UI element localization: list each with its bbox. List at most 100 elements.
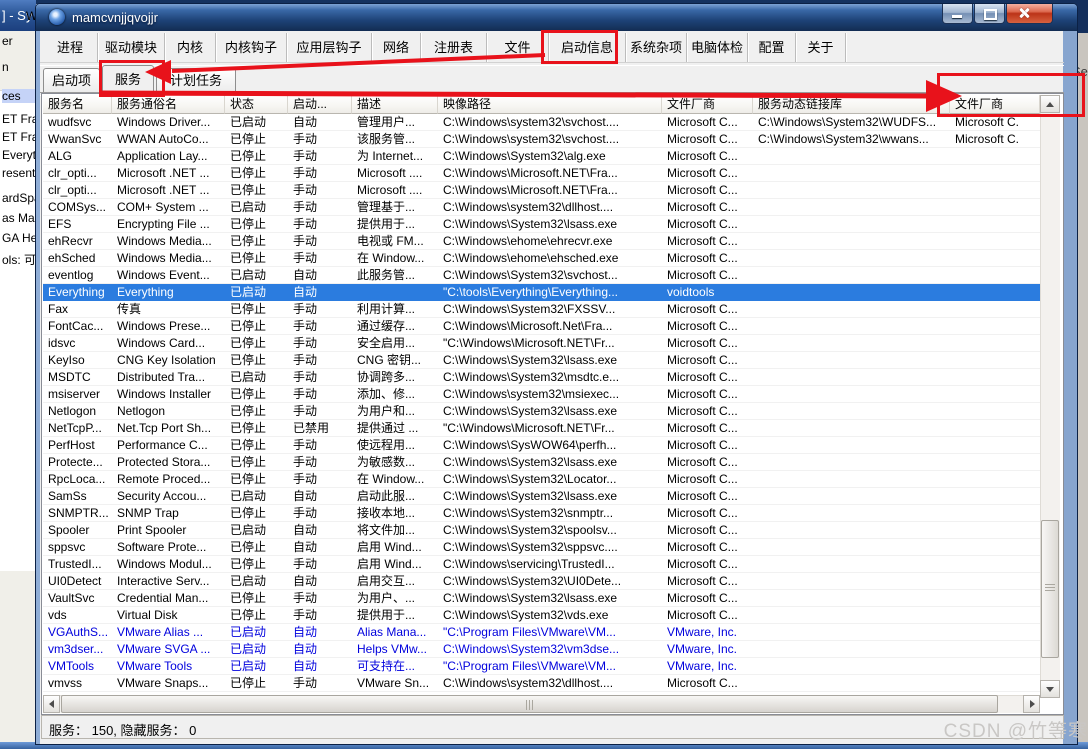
table-cell (950, 165, 1040, 182)
table-cell: 已停止 (225, 420, 288, 437)
scroll-right-button[interactable] (1023, 695, 1040, 713)
table-row[interactable]: SpoolerPrint Spooler已启动自动将文件加...C:\Windo… (43, 522, 1040, 539)
table-row[interactable]: SamSsSecurity Accou...已启动自动启动此服...C:\Win… (43, 488, 1040, 505)
table-cell: 通过缓存... (352, 318, 438, 335)
table-cell (950, 216, 1040, 233)
table-row[interactable]: KeyIsoCNG Key Isolation已停止手动CNG 密钥...C:\… (43, 352, 1040, 369)
table-row[interactable]: Fax传真已停止手动利用计算...C:\Windows\System32\FXS… (43, 301, 1040, 318)
tab-配置[interactable]: 配置 (748, 33, 796, 62)
table-row[interactable]: UI0DetectInteractive Serv...已启动自动启用交互...… (43, 573, 1040, 590)
table-row[interactable]: PerfHostPerformance C...已停止手动使远程用...C:\W… (43, 437, 1040, 454)
subtab-服务[interactable]: 服务 (102, 65, 154, 92)
table-cell: Windows Card... (112, 335, 225, 352)
table-cell: COM+ System ... (112, 199, 225, 216)
table-row[interactable]: msiserverWindows Installer已停止手动添加、修...C:… (43, 386, 1040, 403)
table-row[interactable]: NetTcpP...Net.Tcp Port Sh...已停止已禁用提供通过 .… (43, 420, 1040, 437)
scroll-right-icon (1030, 700, 1035, 708)
tab-应用层钩子[interactable]: 应用层钩子 (287, 33, 372, 62)
subtab-启动项[interactable]: 启动项 (43, 68, 100, 92)
column-header[interactable]: 服务名 (43, 95, 112, 114)
tab-启动信息[interactable]: 启动信息 (549, 33, 626, 62)
bg-fragment: GA He (2, 231, 37, 245)
table-row[interactable]: ehRecvrWindows Media...已停止手动电视或 FM...C:\… (43, 233, 1040, 250)
column-header[interactable]: 映像路径 (438, 95, 662, 114)
table-cell: 已停止 (225, 386, 288, 403)
tab-内核[interactable]: 内核 (165, 33, 216, 62)
table-cell: 接收本地... (352, 505, 438, 522)
table-cell: C:\Windows\System32\msdtc.e... (438, 369, 662, 386)
column-header[interactable]: 服务动态链接库 (753, 95, 950, 114)
table-cell: Microsoft C... (662, 590, 753, 607)
table-row[interactable]: WwanSvcWWAN AutoCo...已停止手动该服务管...C:\Wind… (43, 131, 1040, 148)
table-row[interactable]: TrustedI...Windows Modul...已停止手动启用 Wind.… (43, 556, 1040, 573)
table-cell: Microsoft C... (662, 522, 753, 539)
minimize-button[interactable] (942, 4, 973, 24)
tab-网络[interactable]: 网络 (372, 33, 421, 62)
table-cell: 已启动 (225, 488, 288, 505)
tab-驱动模块[interactable]: 驱动模块 (98, 33, 165, 62)
table-cell: 手动 (288, 335, 352, 352)
table-row[interactable]: eventlogWindows Event...已启动自动此服务管...C:\W… (43, 267, 1040, 284)
table-row[interactable]: FontCac...Windows Prese...已停止手动通过缓存...C:… (43, 318, 1040, 335)
table-row[interactable]: idsvcWindows Card...已停止手动安全启用..."C:\Wind… (43, 335, 1040, 352)
close-button[interactable] (1006, 4, 1053, 24)
table-row[interactable]: ehSchedWindows Media...已停止手动在 Window...C… (43, 250, 1040, 267)
tab-注册表[interactable]: 注册表 (421, 33, 487, 62)
column-header[interactable]: 服务通俗名 (112, 95, 225, 114)
table-cell (950, 641, 1040, 658)
table-row[interactable]: RpcLoca...Remote Proced...已停止手动在 Window.… (43, 471, 1040, 488)
vertical-scrollbar-thumb[interactable] (1041, 520, 1059, 658)
table-row[interactable]: Protecte...Protected Stora...已停止手动为敏感数..… (43, 454, 1040, 471)
tab-电脑体检[interactable]: 电脑体检 (687, 33, 748, 62)
column-header[interactable]: 描述 (352, 95, 438, 114)
table-row[interactable]: COMSys...COM+ System ...已启动手动管理基于...C:\W… (43, 199, 1040, 216)
tab-内核钩子[interactable]: 内核钩子 (216, 33, 287, 62)
table-row[interactable]: VGAuthS...VMware Alias ...已启动自动Alias Man… (43, 624, 1040, 641)
tab-系统杂项[interactable]: 系统杂项 (626, 33, 687, 62)
table-cell: Microsoft C... (662, 386, 753, 403)
scroll-down-button[interactable] (1040, 680, 1060, 698)
tab-文件[interactable]: 文件 (487, 33, 549, 62)
table-row[interactable]: MSDTCDistributed Tra...已启动手动协调跨多...C:\Wi… (43, 369, 1040, 386)
table-row[interactable]: wudfsvcWindows Driver...已启动自动管理用户...C:\W… (43, 114, 1040, 131)
maximize-button[interactable] (974, 4, 1005, 24)
tab-关于[interactable]: 关于 (796, 33, 846, 62)
horizontal-scrollbar-thumb[interactable] (61, 695, 998, 713)
table-cell (753, 471, 950, 488)
table-cell: Microsoft C... (662, 318, 753, 335)
table-cell: Windows Media... (112, 233, 225, 250)
table-row[interactable]: VMToolsVMware Tools已启动自动可支持在..."C:\Progr… (43, 658, 1040, 675)
table-row[interactable]: NetlogonNetlogon已停止手动为用户和...C:\Windows\S… (43, 403, 1040, 420)
subtab-计划任务[interactable]: 计划任务 (156, 68, 236, 92)
table-row[interactable]: clr_opti...Microsoft .NET ...已停止手动Micros… (43, 182, 1040, 199)
table-cell (753, 556, 950, 573)
table-cell: Microsoft .NET ... (112, 165, 225, 182)
table-row[interactable]: EverythingEverything已启动自动"C:\tools\Every… (43, 284, 1040, 301)
scroll-left-button[interactable] (43, 695, 60, 713)
table-row[interactable]: vdsVirtual Disk已停止手动提供用于...C:\Windows\Sy… (43, 607, 1040, 624)
column-header[interactable]: 启动... (288, 95, 352, 114)
table-cell: 已停止 (225, 131, 288, 148)
table-cell: VMware, Inc. (662, 624, 753, 641)
table-cell: 自动 (288, 641, 352, 658)
column-header[interactable]: 文件厂商 (950, 95, 1040, 114)
table-cell (753, 199, 950, 216)
table-cell: 已启动 (225, 267, 288, 284)
table-cell: 手动 (288, 675, 352, 692)
table-row[interactable]: vm3dser...VMware SVGA ...已启动自动Helps VMw.… (43, 641, 1040, 658)
table-cell: PerfHost (43, 437, 112, 454)
titlebar[interactable]: mamcvnjjqvojjr (36, 4, 1077, 31)
column-header[interactable]: 文件厂商 (662, 95, 753, 114)
table-row[interactable]: EFSEncrypting File ...已停止手动提供用于...C:\Win… (43, 216, 1040, 233)
scroll-up-button[interactable] (1040, 95, 1060, 113)
table-row[interactable]: SNMPTR...SNMP Trap已停止手动接收本地...C:\Windows… (43, 505, 1040, 522)
table-row[interactable]: VaultSvcCredential Man...已停止手动为用户、...C:\… (43, 590, 1040, 607)
table-row[interactable]: clr_opti...Microsoft .NET ...已停止手动Micros… (43, 165, 1040, 182)
table-cell: C:\Windows\System32\snmptr... (438, 505, 662, 522)
table-row[interactable]: sppsvcSoftware Prote...已停止自动启用 Wind...C:… (43, 539, 1040, 556)
column-header[interactable]: 状态 (225, 95, 288, 114)
table-row[interactable]: ALGApplication Lay...已停止手动为 Internet...C… (43, 148, 1040, 165)
table-cell: 自动 (288, 539, 352, 556)
tab-进程[interactable]: 进程 (43, 33, 98, 62)
table-row[interactable]: vmvssVMware Snaps...已停止手动VMware Sn...C:\… (43, 675, 1040, 692)
